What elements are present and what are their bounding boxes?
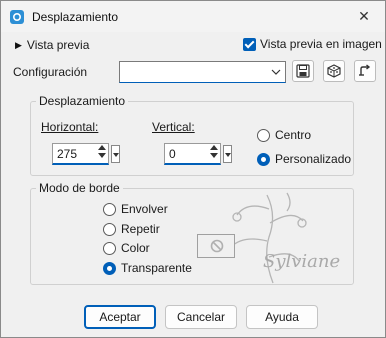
- watermark-text: Sylviane: [263, 251, 340, 272]
- center-label: Centro: [275, 128, 312, 142]
- help-button[interactable]: Ayuda: [246, 305, 318, 329]
- reset-button[interactable]: [354, 60, 376, 82]
- horizontal-spinbox[interactable]: 275: [52, 143, 122, 167]
- expand-arrow-icon: ▶: [15, 39, 22, 50]
- radio-unchecked-icon: [257, 128, 270, 142]
- vertical-label: Vertical:: [152, 120, 195, 134]
- reset-icon: [359, 64, 371, 76]
- arrow-up-icon: [98, 145, 106, 150]
- transparent-label: Transparente: [121, 261, 192, 275]
- border-mode-group-title: Modo de borde: [36, 181, 123, 195]
- radio-unchecked-icon: [103, 222, 116, 236]
- arrow-up-icon: [210, 145, 218, 150]
- preview-toggle[interactable]: ▶ Vista previa: [15, 38, 89, 52]
- checkbox-checked-icon: [243, 37, 256, 51]
- config-combobox[interactable]: [119, 61, 286, 83]
- config-label: Configuración: [13, 65, 88, 79]
- color-radio[interactable]: Color: [103, 241, 150, 255]
- radio-unchecked-icon: [103, 202, 116, 216]
- close-button[interactable]: ✕: [349, 5, 379, 27]
- center-radio[interactable]: Centro: [257, 128, 311, 142]
- chevron-down-icon: [271, 69, 281, 75]
- displacement-dialog: Desplazamiento ✕ ▶ Vista previa Vista pr…: [0, 0, 386, 338]
- window-title: Desplazamiento: [32, 10, 119, 24]
- horizontal-dropdown[interactable]: [111, 145, 120, 163]
- arrow-down-icon: [98, 153, 106, 158]
- displacement-group-title: Desplazamiento: [36, 94, 129, 108]
- save-icon: [296, 64, 310, 78]
- repeat-radio[interactable]: Repetir: [103, 222, 160, 236]
- repeat-label: Repetir: [121, 222, 160, 236]
- horizontal-spin-arrows[interactable]: [98, 145, 106, 163]
- horizontal-label: Horizontal:: [41, 120, 99, 134]
- dice-icon: [327, 64, 341, 78]
- image-preview-checkbox[interactable]: Vista previa en imagen: [243, 37, 382, 51]
- wrap-radio[interactable]: Envolver: [103, 202, 168, 216]
- disabled-icon: [210, 239, 224, 253]
- wrap-label: Envolver: [121, 202, 168, 216]
- radio-checked-icon: [103, 261, 116, 275]
- cancel-button[interactable]: Cancelar: [165, 305, 237, 329]
- vertical-spinbox[interactable]: 0: [164, 143, 234, 167]
- vertical-dropdown[interactable]: [223, 145, 232, 163]
- border-color-swatch[interactable]: [197, 234, 235, 258]
- custom-label: Personalizado: [275, 152, 352, 166]
- radio-checked-icon: [257, 152, 270, 166]
- arrow-down-icon: [210, 153, 218, 158]
- save-preset-button[interactable]: [292, 60, 314, 82]
- vertical-spin-arrows[interactable]: [210, 145, 218, 163]
- color-label: Color: [121, 241, 150, 255]
- title-bar: Desplazamiento ✕: [1, 1, 385, 32]
- ok-button[interactable]: Aceptar: [84, 305, 156, 329]
- transparent-radio[interactable]: Transparente: [103, 261, 192, 275]
- radio-unchecked-icon: [103, 241, 116, 255]
- randomize-button[interactable]: [323, 60, 345, 82]
- app-icon: [10, 10, 24, 24]
- image-preview-label: Vista previa en imagen: [260, 37, 382, 51]
- custom-radio[interactable]: Personalizado: [257, 152, 351, 166]
- preview-toggle-label: Vista previa: [26, 38, 90, 52]
